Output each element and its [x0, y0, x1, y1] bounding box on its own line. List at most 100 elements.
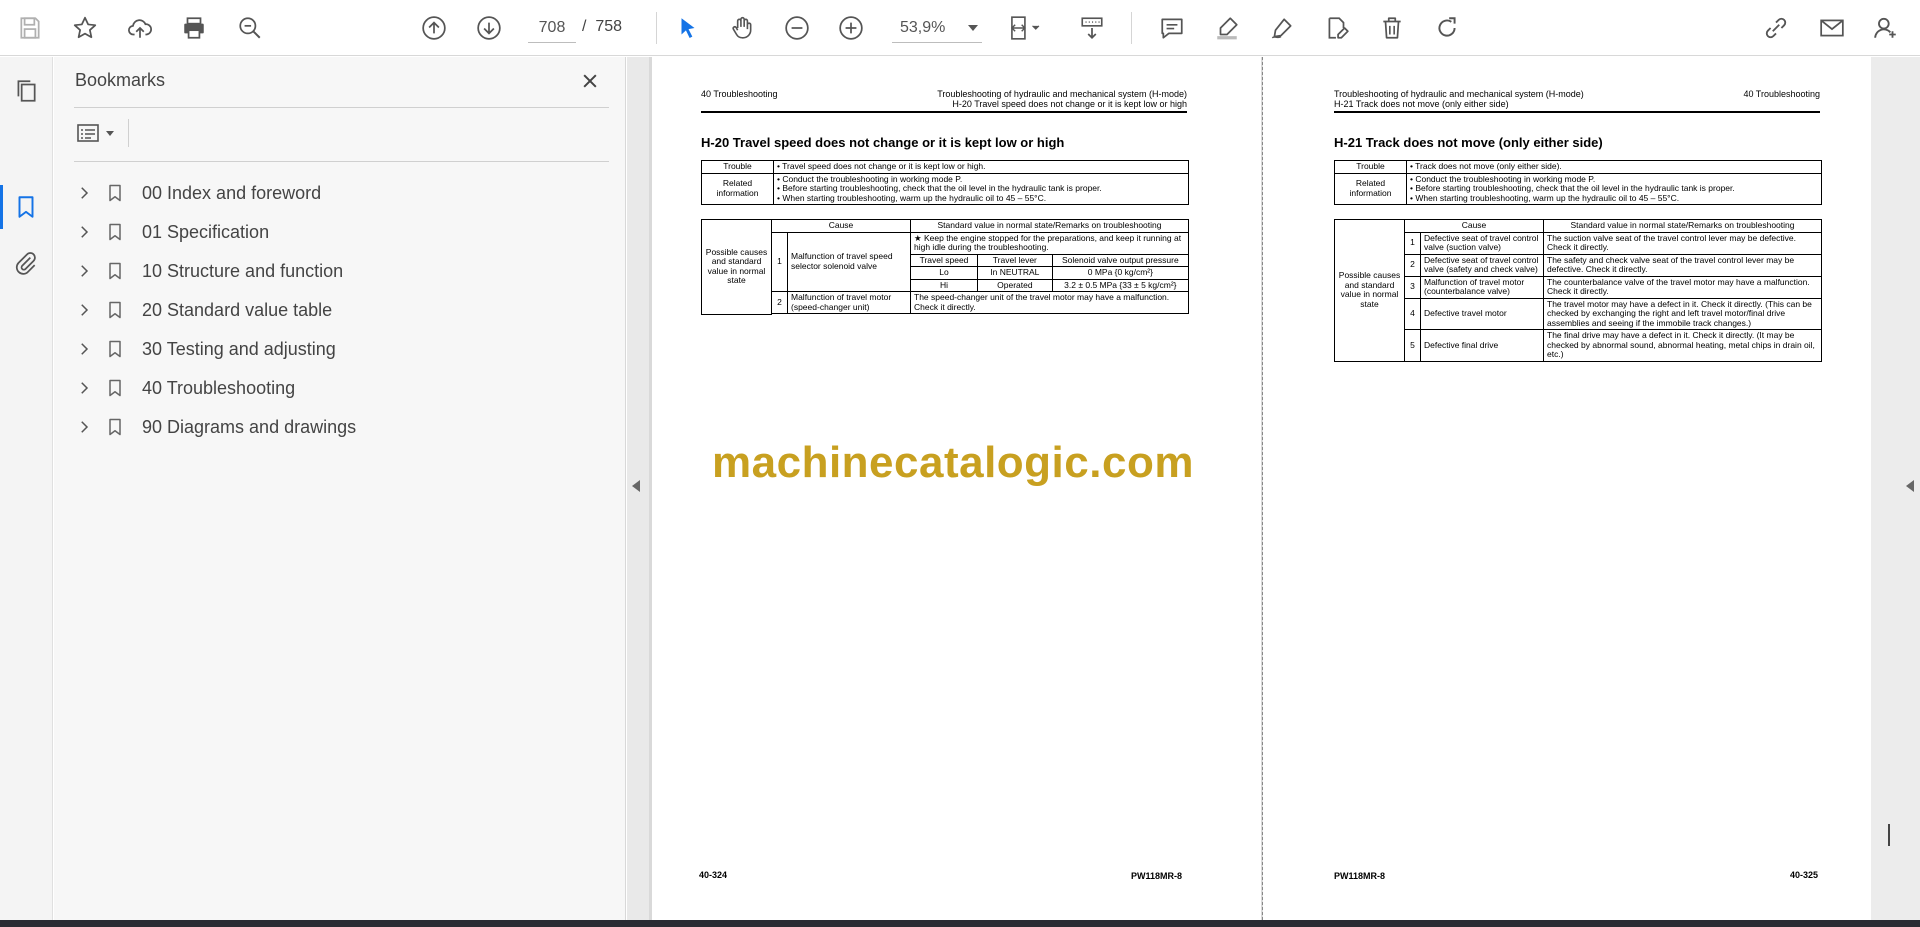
standard-text: The travel motor may have a defect in it…	[1543, 297, 1822, 330]
possible-causes-label: Possible causes and standard value in no…	[701, 219, 772, 315]
left-model-code: PW118MR-8	[1131, 871, 1183, 881]
trouble-text: • Track does not move (only either side)…	[1406, 160, 1822, 174]
bookmark-label: 40 Troubleshooting	[142, 377, 296, 398]
zoom-in-icon[interactable]	[833, 10, 869, 46]
cause-header: Cause	[771, 219, 911, 233]
right-model-code: PW118MR-8	[1334, 871, 1386, 881]
bookmark-icon	[104, 220, 126, 244]
next-page-icon[interactable]	[471, 10, 507, 46]
cause-text: Malfunction of travel motor (counterbala…	[1420, 275, 1544, 299]
bookmark-item[interactable]: 10 Structure and function	[70, 255, 590, 287]
chevron-left-icon	[632, 480, 640, 492]
watermark-text: machinecatalogic.com	[712, 438, 1194, 487]
zoom-level-dropdown[interactable]: 53,9%	[892, 13, 982, 43]
share-link-icon[interactable]	[1758, 10, 1794, 46]
hand-tool-icon[interactable]	[724, 10, 760, 46]
page-fit-icon[interactable]	[1002, 10, 1050, 46]
cause-number: 3	[1404, 275, 1421, 299]
page-thumbnails-icon[interactable]	[10, 75, 42, 107]
related-label: Related information	[701, 172, 774, 205]
left-trouble-table: Trouble • Travel speed does not change o…	[701, 160, 1189, 205]
bookmark-icon	[104, 259, 126, 283]
chevron-right-icon[interactable]	[74, 222, 94, 242]
comment-icon[interactable]	[1154, 10, 1190, 46]
chevron-right-icon[interactable]	[74, 339, 94, 359]
chevron-right-icon[interactable]	[74, 300, 94, 320]
sub-cell: Lo	[910, 266, 978, 280]
bookmark-icon	[104, 337, 126, 361]
zoom-out-icon[interactable]	[779, 10, 815, 46]
select-cursor-icon[interactable]	[670, 10, 706, 46]
page-number-input[interactable]: 708	[528, 13, 576, 43]
account-icon[interactable]	[1868, 10, 1904, 46]
email-icon[interactable]	[1814, 10, 1850, 46]
panel-title: Bookmarks	[75, 70, 166, 90]
chevron-right-icon[interactable]	[74, 183, 94, 203]
standard-header: Standard value in normal state/Remarks o…	[1543, 219, 1822, 233]
bookmark-item[interactable]: 90 Diagrams and drawings	[70, 411, 590, 443]
chevron-right-icon[interactable]	[74, 378, 94, 398]
upload-cloud-icon[interactable]	[122, 10, 158, 46]
highlight-icon[interactable]	[1209, 10, 1245, 46]
standard-text: The speed-changer unit of the travel mot…	[910, 291, 1189, 314]
chevron-right-icon[interactable]	[74, 261, 94, 281]
table-row: 5 Defective final drive The final drive ma…	[1335, 329, 1822, 362]
related-label: Related information	[1334, 172, 1407, 205]
cause-text: Defective seat of travel control valve (…	[1420, 231, 1544, 255]
scroll-mode-icon[interactable]	[1074, 10, 1110, 46]
page-total: 758	[595, 18, 623, 35]
bookmark-icon	[104, 298, 126, 322]
bookmark-icon	[104, 415, 126, 439]
cause-number: 1	[771, 231, 788, 292]
chevron-right-icon[interactable]	[74, 417, 94, 437]
cause-number: 2	[1404, 253, 1421, 277]
bookmark-item[interactable]: 30 Testing and adjusting	[70, 333, 590, 365]
header-section: 40 Troubleshooting	[701, 89, 778, 99]
bookmark-label: 90 Diagrams and drawings	[142, 416, 357, 437]
cause-text: Defective final drive	[1420, 329, 1544, 362]
toolbar-divider	[1131, 12, 1132, 44]
star-icon[interactable]	[67, 10, 103, 46]
cause-text: Malfunction of travel speed selector sol…	[787, 231, 911, 292]
rotate-icon[interactable]	[1429, 10, 1465, 46]
header-topic: H-20 Travel speed does not change or it …	[952, 99, 1187, 109]
chevron-down-icon	[968, 25, 978, 31]
table-row: 3 Malfunction of travel motor (counterbal…	[1335, 275, 1822, 299]
panel-divider	[74, 107, 609, 108]
sub-header: Travel lever	[977, 253, 1053, 267]
edit-pdf-icon[interactable]	[1319, 10, 1355, 46]
header-subsection: Troubleshooting of hydraulic and mechani…	[1334, 89, 1584, 99]
bookmark-icon	[104, 376, 126, 400]
scrollbar-thumb[interactable]	[1888, 824, 1890, 846]
sub-cell: 3.2 ± 0.5 MPa {33 ± 5 kg/cm²}	[1051, 278, 1190, 292]
standard-text: The final drive may have a defect in it.…	[1543, 329, 1822, 362]
zoom-search-icon[interactable]	[232, 10, 268, 46]
bookmark-item[interactable]: 01 Specification	[70, 216, 590, 248]
draw-pen-icon[interactable]	[1264, 10, 1300, 46]
close-icon[interactable]	[576, 67, 604, 95]
delete-icon[interactable]	[1374, 10, 1410, 46]
bookmark-item[interactable]: 20 Standard value table	[70, 294, 590, 326]
chevron-down-icon	[106, 130, 114, 136]
bottom-edge-bar	[0, 920, 1920, 927]
bookmark-options-button[interactable]	[76, 119, 120, 147]
left-causes-table: Possible causes and standard value in no…	[701, 219, 1190, 315]
attachments-icon[interactable]	[10, 247, 42, 279]
bookmark-label: 20 Standard value table	[142, 299, 333, 320]
bookmark-label: 10 Structure and function	[142, 260, 344, 281]
save-icon[interactable]	[12, 10, 48, 46]
sub-cell: Operated	[977, 278, 1053, 292]
cause-number: 4	[1404, 297, 1421, 330]
bookmark-item[interactable]: 00 Index and foreword	[70, 177, 590, 209]
collapse-right-panel-handle[interactable]	[1871, 57, 1920, 920]
print-icon[interactable]	[176, 10, 212, 46]
bookmark-item[interactable]: 40 Troubleshooting	[70, 372, 590, 404]
bookmarks-icon[interactable]	[10, 191, 42, 223]
collapse-left-panel-handle[interactable]	[627, 57, 649, 920]
sub-header: Travel speed	[910, 253, 978, 267]
header-topic: H-21 Track does not move (only either si…	[1334, 99, 1509, 109]
header-subsection: Troubleshooting of hydraulic and mechani…	[937, 89, 1187, 99]
related-info: • Conduct the troubleshooting in working…	[1406, 172, 1822, 205]
previous-page-icon[interactable]	[416, 10, 452, 46]
active-tab-indicator	[0, 185, 3, 229]
